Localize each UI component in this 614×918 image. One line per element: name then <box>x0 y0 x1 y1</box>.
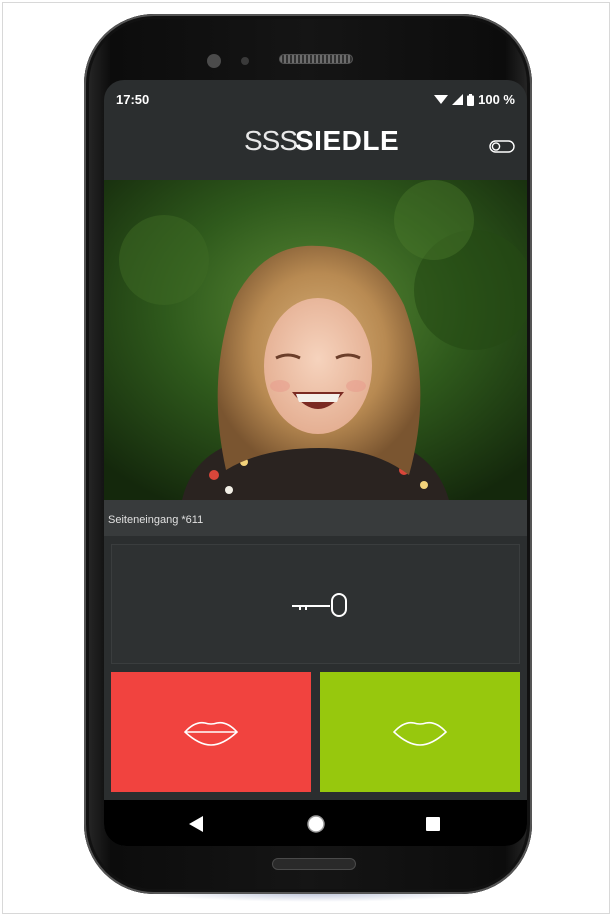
status-icons: 100 % <box>434 92 515 107</box>
status-time: 17:50 <box>116 92 150 107</box>
back-icon[interactable] <box>189 816 203 832</box>
child-face <box>264 298 372 434</box>
app-header: SSS SIEDLE <box>104 114 527 172</box>
door-camera-video <box>104 180 527 500</box>
phone-bottom-speaker <box>272 858 356 870</box>
siedle-logo-text: SIEDLE <box>295 125 400 156</box>
status-bar: 17:50 100 % <box>104 80 527 114</box>
key-icon <box>292 593 347 617</box>
wifi-icon <box>434 95 449 104</box>
signal-icon <box>452 94 464 105</box>
camera-caption: Seiteneingang *611 <box>108 514 204 526</box>
sensor-icon <box>241 57 249 65</box>
open-door-button[interactable] <box>111 544 520 664</box>
siedle-logo-mark: SSS <box>244 125 298 156</box>
recent-apps-icon[interactable] <box>426 817 440 831</box>
video-frame <box>104 180 527 500</box>
earpiece-speaker <box>279 54 353 64</box>
home-icon[interactable] <box>306 814 326 834</box>
toggle-switch-icon[interactable] <box>489 140 515 153</box>
reject-call-button[interactable] <box>111 672 311 792</box>
android-nav-bar <box>104 800 527 846</box>
battery-icon <box>467 93 475 106</box>
phone-screen: 17:50 100 % SSS SIEDLE Seiteneingang *61… <box>104 80 527 846</box>
battery-percent: 100 % <box>478 92 515 107</box>
lips-icon <box>392 721 448 746</box>
lips-icon <box>183 721 239 746</box>
accept-call-button[interactable] <box>320 672 520 792</box>
front-camera-icon <box>207 54 221 68</box>
